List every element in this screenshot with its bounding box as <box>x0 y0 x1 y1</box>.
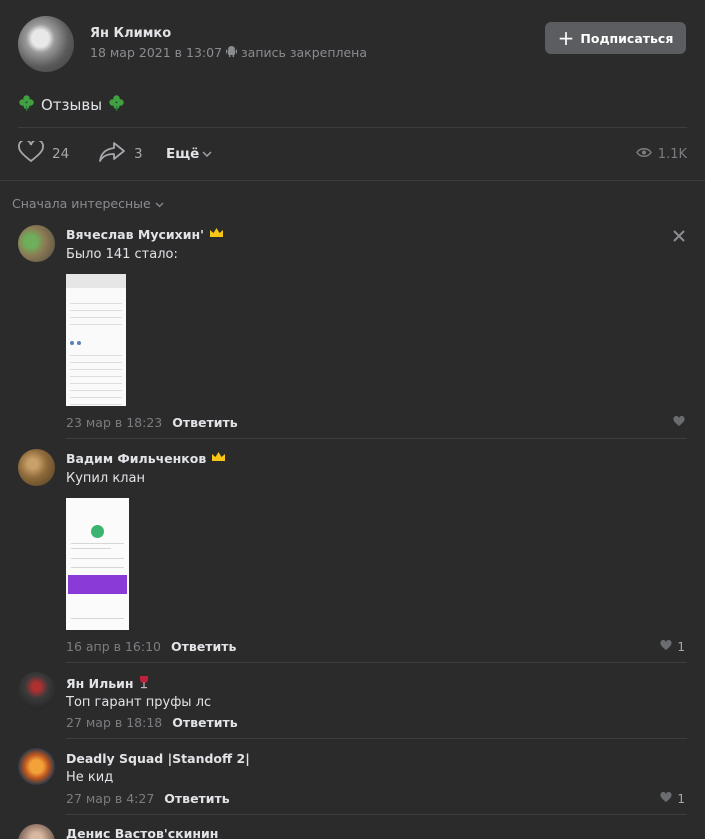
comment-author[interactable]: Ян Ильин <box>66 675 149 692</box>
reply-button[interactable]: Ответить <box>171 639 236 654</box>
comment-author-name: Deadly Squad |Standoff 2| <box>66 751 250 766</box>
comment-text: Было 141 стало: <box>66 247 178 262</box>
post-date[interactable]: 18 мар 2021 в 13:07 <box>90 45 222 60</box>
more-button[interactable]: Ещё <box>166 140 212 168</box>
like-count: 24 <box>52 146 70 162</box>
post-meta: 18 мар 2021 в 13:07 запись закреплена <box>90 45 367 60</box>
divider <box>66 814 687 815</box>
close-icon[interactable] <box>673 227 685 246</box>
subscribe-label: Подписаться <box>580 30 674 46</box>
comment-like-button[interactable]: 1 <box>660 639 685 654</box>
wine-icon <box>139 675 149 692</box>
post-header: Ян Климко 18 мар 2021 в 13:07 запись зак… <box>18 16 688 72</box>
comment-author[interactable]: Вадим Фильченков <box>66 451 226 466</box>
plus-icon: + <box>557 26 575 50</box>
comment-like-button[interactable] <box>673 415 685 430</box>
share-button[interactable]: 3 <box>98 140 143 168</box>
comment-text: Не кид <box>66 770 114 785</box>
share-icon <box>98 141 126 167</box>
post-text: Отзывы <box>18 94 125 115</box>
post-author-name[interactable]: Ян Климко <box>90 26 171 41</box>
comments-sort-dropdown[interactable]: Сначала интересные <box>12 196 164 211</box>
eye-icon <box>635 147 652 162</box>
comment-like-button[interactable]: 1 <box>660 791 685 806</box>
avatar[interactable] <box>18 672 55 709</box>
avatar[interactable] <box>18 225 55 262</box>
chevron-down-icon <box>155 196 164 211</box>
post-actions: 24 3 Ещё 1.1K <box>18 139 687 168</box>
comment-date[interactable]: 23 мар в 18:23 <box>66 415 162 430</box>
divider <box>0 180 705 181</box>
views-count: 1.1K <box>657 146 687 162</box>
divider <box>66 438 687 439</box>
android-icon <box>226 45 238 60</box>
pinned-note: запись закреплена <box>241 45 368 60</box>
comment-author-name: Вячеслав Мусихин' <box>66 227 204 242</box>
crown-icon <box>209 227 224 242</box>
divider <box>66 738 687 739</box>
clover-icon <box>108 94 125 115</box>
comment-author[interactable]: Вячеслав Мусихин' <box>66 227 224 242</box>
reply-button[interactable]: Ответить <box>164 791 229 806</box>
views-counter: 1.1K <box>635 140 687 168</box>
comment-date[interactable]: 27 мар в 18:18 <box>66 715 162 730</box>
clover-icon <box>18 94 35 115</box>
avatar[interactable] <box>18 748 55 785</box>
post-text-label: Отзывы <box>41 95 103 114</box>
comment-attachment-image[interactable] <box>66 498 129 630</box>
crown-icon <box>211 451 226 466</box>
divider <box>66 662 687 663</box>
more-label: Ещё <box>166 146 200 162</box>
comment-text: Топ гарант пруфы лс <box>66 695 212 710</box>
reply-button[interactable]: Ответить <box>172 715 237 730</box>
heart-icon <box>18 139 44 167</box>
comment-like-count: 1 <box>677 640 685 654</box>
comment-date[interactable]: 16 апр в 16:10 <box>66 639 161 654</box>
comment-date[interactable]: 27 мар в 4:27 <box>66 791 154 806</box>
comment-footer: 23 мар в 18:23 Ответить <box>66 415 238 430</box>
subscribe-button[interactable]: + Подписаться <box>545 22 686 54</box>
comment-author-name: Вадим Фильченков <box>66 451 207 466</box>
comment-attachment-image[interactable] <box>66 274 126 406</box>
comment-author-name: Денис Вастов'скинин <box>66 826 219 839</box>
comment-text: Купил клан <box>66 471 145 486</box>
avatar[interactable] <box>18 824 55 839</box>
author-avatar[interactable] <box>18 16 74 72</box>
heart-icon <box>673 415 685 430</box>
chevron-down-icon <box>202 146 212 162</box>
comment-author[interactable]: Deadly Squad |Standoff 2| <box>66 751 250 766</box>
reply-button[interactable]: Ответить <box>172 415 237 430</box>
heart-icon <box>660 791 672 806</box>
comment-footer: 16 апр в 16:10 Ответить <box>66 639 236 654</box>
comment-footer: 27 мар в 4:27 Ответить <box>66 791 230 806</box>
heart-icon <box>660 639 672 654</box>
like-button[interactable]: 24 <box>18 139 70 168</box>
avatar[interactable] <box>18 449 55 486</box>
divider <box>18 127 687 128</box>
comment-author-name: Ян Ильин <box>66 676 134 691</box>
comment-author[interactable]: Денис Вастов'скинин <box>66 826 218 839</box>
share-count: 3 <box>134 146 143 162</box>
comment-like-count: 1 <box>677 792 685 806</box>
comment-footer: 27 мар в 18:18 Ответить <box>66 715 238 730</box>
sort-label: Сначала интересные <box>12 196 151 211</box>
